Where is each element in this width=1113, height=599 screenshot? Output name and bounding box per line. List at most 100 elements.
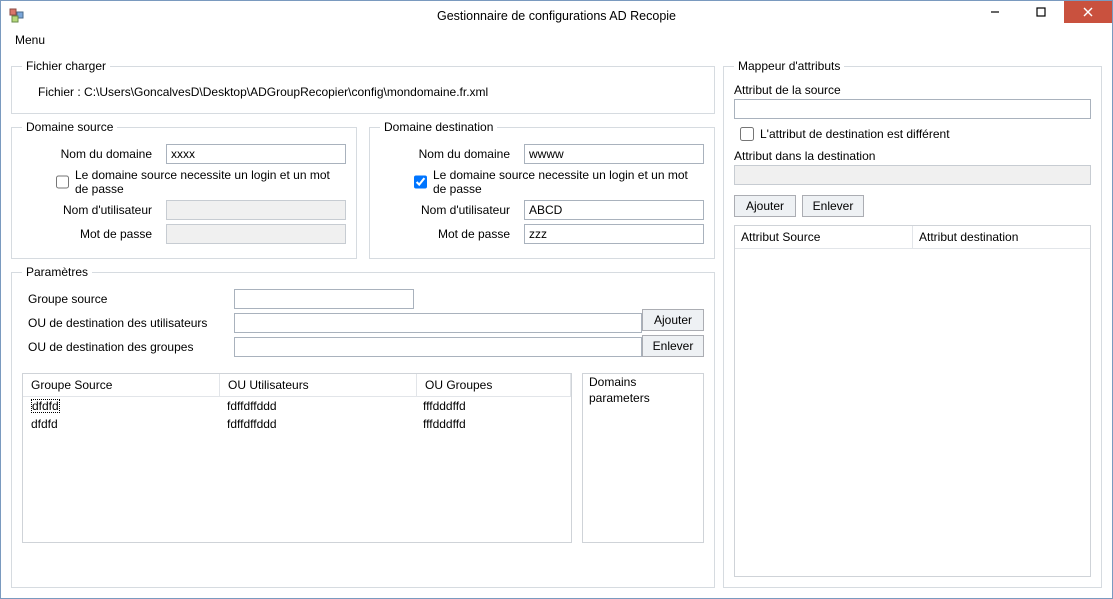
maximize-button[interactable] bbox=[1018, 1, 1064, 23]
dst-attr-input bbox=[734, 165, 1091, 185]
group-mapper: Mappeur d'attributs Attribut de la sourc… bbox=[723, 59, 1102, 588]
row-ou-users: OU de destination des utilisateurs bbox=[22, 313, 642, 333]
close-button[interactable] bbox=[1064, 1, 1112, 23]
row-dst-requires-login: Le domaine source necessite un login et … bbox=[414, 168, 704, 196]
row-diff: L'attribut de destination est différent bbox=[740, 127, 1091, 141]
dst-user-input[interactable] bbox=[524, 200, 704, 220]
ou-users-input[interactable] bbox=[234, 313, 642, 333]
src-requires-login-label[interactable]: Le domaine source necessite un login et … bbox=[75, 168, 346, 196]
col-ou-utilisateurs[interactable]: OU Utilisateurs bbox=[220, 374, 417, 396]
dst-domain-input[interactable] bbox=[524, 144, 704, 164]
row-src-domain: Nom du domaine bbox=[22, 144, 346, 164]
dst-pass-input[interactable] bbox=[524, 224, 704, 244]
minimize-button[interactable] bbox=[972, 1, 1018, 23]
params-legend: Paramètres bbox=[22, 265, 92, 279]
params-fields: Groupe source OU de destination des util… bbox=[22, 285, 642, 361]
src-user-input bbox=[166, 200, 346, 220]
row-ou-groups: OU de destination des groupes bbox=[22, 337, 642, 357]
source-domain-legend: Domaine source bbox=[22, 120, 117, 134]
client-area: Fichier charger Fichier : C:\Users\Gonca… bbox=[1, 57, 1112, 598]
cell-a1: dfdfd bbox=[23, 417, 219, 431]
group-dest-domain: Domaine destination Nom du domaine Le do… bbox=[369, 120, 715, 259]
table-row[interactable]: dfdfd fdffdffddd fffdddffd bbox=[23, 415, 571, 433]
file-line: Fichier : C:\Users\GoncalvesD\Desktop\AD… bbox=[22, 79, 704, 103]
group-source-label: Groupe source bbox=[22, 292, 228, 306]
diff-checkbox[interactable] bbox=[740, 127, 754, 141]
params-remove-button[interactable]: Enlever bbox=[642, 335, 704, 357]
dst-domain-label: Nom du domaine bbox=[380, 147, 518, 161]
params-lv-header: Groupe Source OU Utilisateurs OU Groupes bbox=[23, 374, 571, 397]
params-lv-body: dfdfd fdffdffddd fffdddffd dfdfd fdffdff… bbox=[23, 397, 571, 542]
src-domain-input[interactable] bbox=[166, 144, 346, 164]
group-parameters: Paramètres Groupe source OU de destinati… bbox=[11, 265, 715, 588]
col-groupe-source[interactable]: Groupe Source bbox=[23, 374, 220, 396]
ou-groups-input[interactable] bbox=[234, 337, 642, 357]
diff-label[interactable]: L'attribut de destination est différent bbox=[760, 127, 950, 141]
menu-menu[interactable]: Menu bbox=[9, 31, 51, 49]
row-dst-user: Nom d'utilisateur bbox=[380, 200, 704, 220]
dst-requires-login-label[interactable]: Le domaine source necessite un login et … bbox=[433, 168, 704, 196]
src-attr-label: Attribut de la source bbox=[734, 83, 1091, 97]
src-domain-label: Nom du domaine bbox=[22, 147, 160, 161]
left-column: Fichier charger Fichier : C:\Users\Gonca… bbox=[11, 59, 715, 588]
src-user-label: Nom d'utilisateur bbox=[22, 203, 160, 217]
group-source-domain: Domaine source Nom du domaine Le domaine… bbox=[11, 120, 357, 259]
cell-b1: fdffdffddd bbox=[219, 417, 415, 431]
params-top: Groupe source OU de destination des util… bbox=[22, 285, 704, 361]
params-listview[interactable]: Groupe Source OU Utilisateurs OU Groupes… bbox=[22, 373, 572, 543]
mapper-add-button[interactable]: Ajouter bbox=[734, 195, 796, 217]
table-row[interactable]: dfdfd fdffdffddd fffdddffd bbox=[23, 397, 571, 415]
cell-c0: fffdddffd bbox=[415, 399, 571, 413]
group-source-input[interactable] bbox=[234, 289, 414, 309]
dst-user-label: Nom d'utilisateur bbox=[380, 203, 518, 217]
list-item[interactable]: Domains bbox=[583, 374, 703, 390]
col-attr-source[interactable]: Attribut Source bbox=[735, 226, 913, 248]
src-attr-input[interactable] bbox=[734, 99, 1091, 119]
dest-domain-legend: Domaine destination bbox=[380, 120, 497, 134]
mapper-table[interactable]: Attribut Source Attribut destination bbox=[734, 225, 1091, 577]
titlebar: Gestionnaire de configurations AD Recopi… bbox=[1, 1, 1112, 31]
col-attr-dest[interactable]: Attribut destination bbox=[913, 226, 1090, 248]
row-dst-domain: Nom du domaine bbox=[380, 144, 704, 164]
window-title: Gestionnaire de configurations AD Recopi… bbox=[1, 9, 1112, 23]
col-ou-groupes[interactable]: OU Groupes bbox=[417, 374, 571, 396]
dst-pass-label: Mot de passe bbox=[380, 227, 518, 241]
src-pass-input bbox=[166, 224, 346, 244]
row-src-requires-login: Le domaine source necessite un login et … bbox=[56, 168, 346, 196]
window: Gestionnaire de configurations AD Recopi… bbox=[0, 0, 1113, 599]
row-src-pass: Mot de passe bbox=[22, 224, 346, 244]
row-group-source: Groupe source bbox=[22, 289, 642, 309]
mapper-table-body bbox=[735, 249, 1090, 576]
cell-c1: fffdddffd bbox=[415, 417, 571, 431]
params-buttons: Ajouter Enlever bbox=[642, 309, 704, 357]
mapper-legend: Mappeur d'attributs bbox=[734, 59, 844, 73]
menubar: Menu bbox=[1, 31, 1112, 57]
window-controls bbox=[972, 1, 1112, 23]
params-tables: Groupe Source OU Utilisateurs OU Groupes… bbox=[22, 373, 704, 543]
dst-attr-label: Attribut dans la destination bbox=[734, 149, 1091, 163]
row-src-attr: Attribut de la source bbox=[734, 83, 1091, 119]
dst-requires-login-checkbox[interactable] bbox=[414, 175, 427, 189]
src-pass-label: Mot de passe bbox=[22, 227, 160, 241]
row-dst-pass: Mot de passe bbox=[380, 224, 704, 244]
side-listview[interactable]: Domains parameters bbox=[582, 373, 704, 543]
cell-a0: dfdfd bbox=[31, 399, 60, 413]
list-item[interactable]: parameters bbox=[583, 390, 703, 406]
file-loader-legend: Fichier charger bbox=[22, 59, 110, 73]
group-file-loader: Fichier charger Fichier : C:\Users\Gonca… bbox=[11, 59, 715, 114]
cell-b0: fdffdffddd bbox=[219, 399, 415, 413]
domains-row: Domaine source Nom du domaine Le domaine… bbox=[11, 120, 715, 259]
file-path: C:\Users\GoncalvesD\Desktop\ADGroupRecop… bbox=[84, 85, 488, 99]
src-requires-login-checkbox[interactable] bbox=[56, 175, 69, 189]
right-column: Mappeur d'attributs Attribut de la sourc… bbox=[723, 59, 1102, 588]
mapper-table-header: Attribut Source Attribut destination bbox=[735, 226, 1090, 249]
params-add-button[interactable]: Ajouter bbox=[642, 309, 704, 331]
mapper-buttons: Ajouter Enlever bbox=[734, 195, 1091, 217]
mapper-remove-button[interactable]: Enlever bbox=[802, 195, 864, 217]
ou-users-label: OU de destination des utilisateurs bbox=[22, 316, 228, 330]
row-src-user: Nom d'utilisateur bbox=[22, 200, 346, 220]
app-icon bbox=[9, 8, 25, 24]
row-dst-attr: Attribut dans la destination bbox=[734, 149, 1091, 185]
ou-groups-label: OU de destination des groupes bbox=[22, 340, 228, 354]
file-label: Fichier : bbox=[38, 85, 81, 99]
